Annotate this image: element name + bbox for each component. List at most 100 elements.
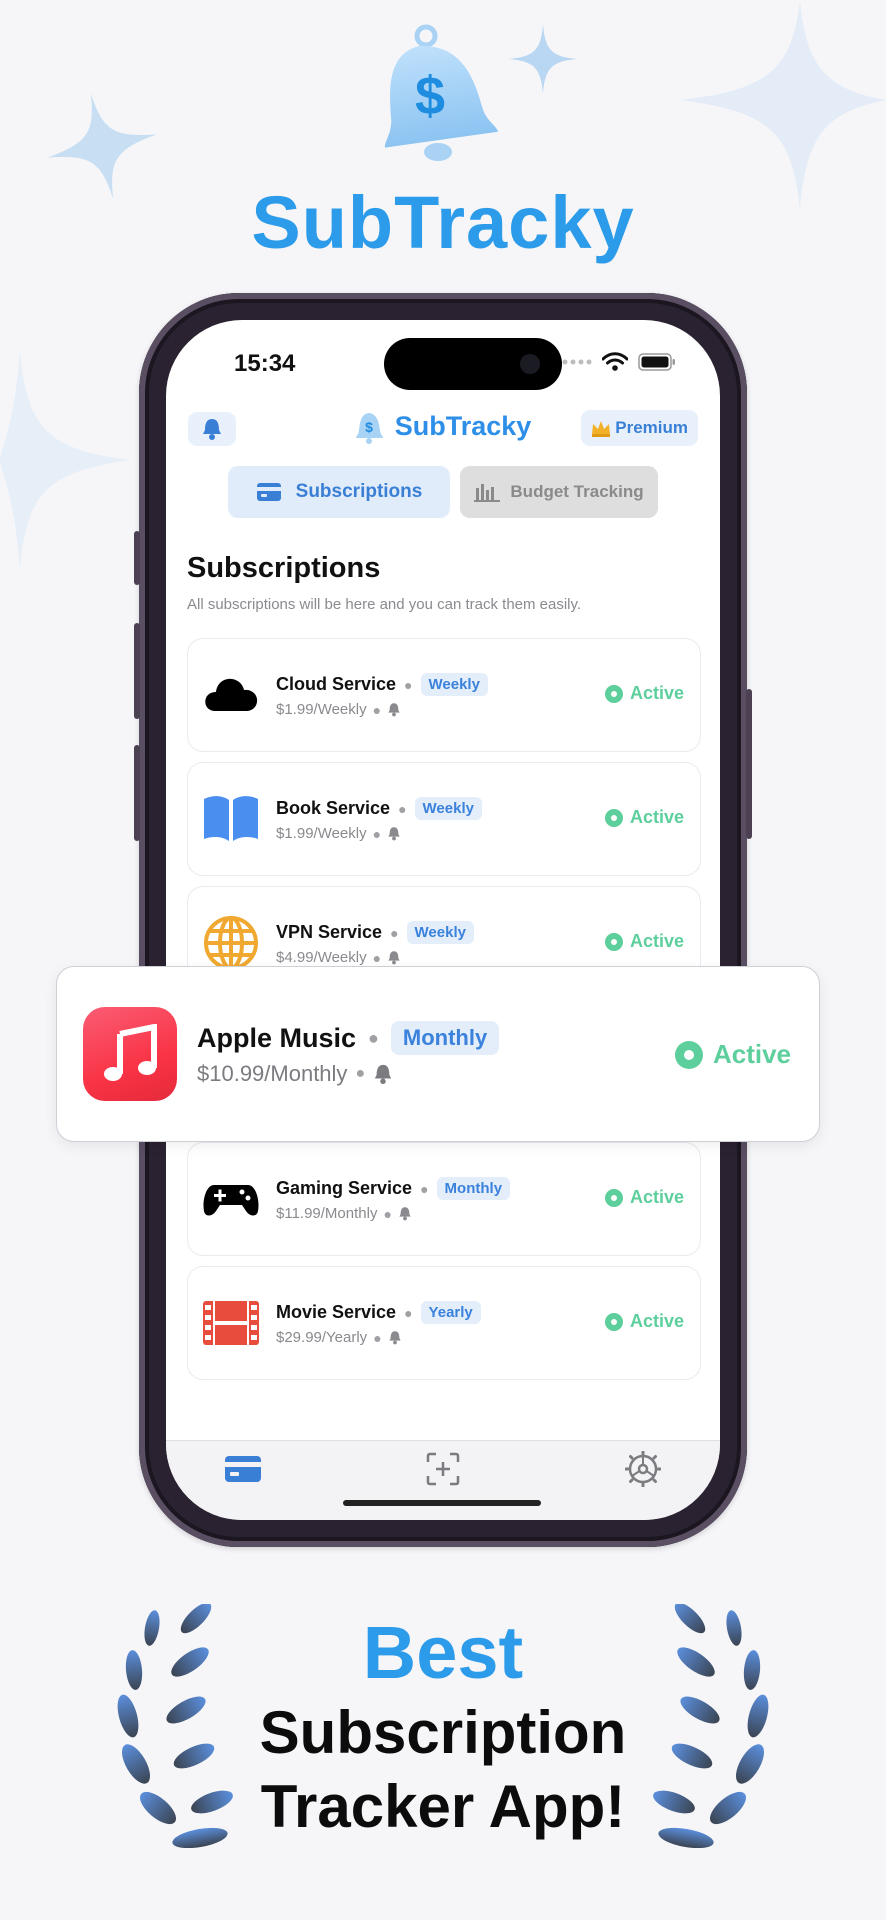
decorative-star-icon <box>508 24 578 94</box>
bell-icon <box>399 1207 411 1221</box>
subscription-name: Movie Service <box>276 1302 397 1322</box>
wifi-icon <box>602 352 628 371</box>
tagline-line2: Tracker App! <box>260 1773 626 1840</box>
name-row: Book Service ● Weekly <box>276 797 482 820</box>
card-icon <box>225 1456 261 1482</box>
tagline-line1: Subscription <box>259 1699 627 1766</box>
tab-subscriptions-label: Subscriptions <box>295 481 423 502</box>
subscription-name: Cloud Service <box>276 674 397 694</box>
tab-home-subscriptions[interactable] <box>223 1449 263 1489</box>
decorative-star-icon <box>0 350 130 570</box>
settings-icon <box>625 1451 661 1487</box>
status-icons <box>562 352 676 372</box>
subscription-card[interactable]: Movie Service ● Yearly $29.99/Yearly ● A… <box>187 1266 701 1380</box>
tab-budget-tracking[interactable]: Budget Tracking <box>460 466 658 518</box>
battery-icon <box>638 353 675 371</box>
phone-side-button <box>134 531 140 585</box>
subscription-name: Apple Music <box>197 1022 357 1053</box>
active-dot-icon <box>674 1040 703 1069</box>
name-row: Cloud Service ● Weekly <box>276 673 488 696</box>
separator-dot: ● <box>404 1304 413 1321</box>
price-row: $10.99/Monthly ● <box>197 1061 393 1087</box>
phone-side-button <box>134 745 140 841</box>
subscription-card[interactable]: Cloud Service ● Weekly $1.99/Weekly ● Ac… <box>187 638 701 752</box>
tab-settings[interactable] <box>623 1449 663 1489</box>
active-dot-icon <box>604 684 623 703</box>
add-scan-icon <box>426 1452 460 1486</box>
active-dot-icon <box>604 1312 623 1331</box>
tagline-best: Best <box>362 1611 524 1694</box>
tab-add-subscription[interactable] <box>423 1449 463 1489</box>
active-dot-icon <box>604 932 623 951</box>
cycle-badge: Weekly <box>406 921 474 944</box>
status-label: Active <box>629 807 684 827</box>
svg-text:$: $ <box>365 419 373 435</box>
name-row: VPN Service ● Weekly <box>276 921 474 944</box>
highlighted-subscription-card[interactable]: Apple Music ● Monthly $10.99/Monthly ● A… <box>56 966 820 1142</box>
bar-chart-icon <box>474 484 501 502</box>
name-row: Gaming Service ● Monthly <box>276 1177 511 1200</box>
premium-label: Premium <box>615 418 688 437</box>
status-indicator: Active <box>604 931 684 952</box>
camera-icon <box>520 354 540 374</box>
status-label: Active <box>712 1039 791 1069</box>
subscription-price: $1.99/Weekly <box>276 701 367 718</box>
card-icon <box>256 483 281 501</box>
subscription-price: $10.99/Monthly <box>197 1061 348 1086</box>
status-time: 15:34 <box>234 350 296 377</box>
subscription-name: VPN Service <box>276 922 383 942</box>
separator-dot: ● <box>373 1329 382 1346</box>
subscription-card[interactable]: Gaming Service ● Monthly $11.99/Monthly … <box>187 1142 701 1256</box>
book-icon <box>204 796 258 841</box>
cycle-badge: Monthly <box>436 1177 511 1200</box>
bell-icon <box>374 1064 392 1084</box>
price-row: $1.99/Weekly ● <box>276 825 401 842</box>
cycle-badge: Monthly <box>390 1021 500 1055</box>
cycle-badge: Yearly <box>420 1301 481 1324</box>
phone-screen: 15:34 $ SubTracky Premium Subscriptions … <box>166 320 720 1520</box>
bell-icon <box>388 827 400 841</box>
tab-subscriptions[interactable]: Subscriptions <box>228 466 450 518</box>
status-label: Active <box>629 1311 684 1331</box>
bell-icon <box>388 703 400 717</box>
cloud-icon <box>205 678 258 711</box>
price-row: $1.99/Weekly ● <box>276 701 401 718</box>
phone-side-button <box>134 623 140 719</box>
dynamic-island <box>384 338 562 390</box>
bell-icon <box>389 1331 401 1345</box>
subscription-card[interactable]: Book Service ● Weekly $1.99/Weekly ● Act… <box>187 762 701 876</box>
bottom-tab-bar <box>166 1440 720 1520</box>
separator-dot: ● <box>383 1205 392 1222</box>
price-row: $11.99/Monthly ● <box>276 1205 412 1222</box>
active-dot-icon <box>604 1188 623 1207</box>
separator-dot: ● <box>398 800 407 817</box>
status-indicator: Active <box>604 807 684 828</box>
globe-icon <box>204 916 258 970</box>
status-label: Active <box>629 931 684 951</box>
decorative-star-icon <box>680 0 886 210</box>
status-indicator: Active <box>674 1039 791 1070</box>
subscription-name: Gaming Service <box>276 1178 413 1198</box>
price-row: $4.99/Weekly ● <box>276 949 401 966</box>
bell-icon <box>388 951 400 965</box>
premium-button[interactable]: Premium <box>581 410 698 446</box>
home-indicator <box>343 1500 541 1506</box>
cycle-badge: Weekly <box>414 797 482 820</box>
separator-dot: ● <box>372 949 382 966</box>
crown-icon <box>592 421 611 437</box>
price-row: $29.99/Yearly ● <box>276 1329 402 1346</box>
bell-dollar-logo-icon: $ <box>384 24 498 161</box>
phone-frame: 15:34 $ SubTracky Premium Subscriptions … <box>134 293 752 1547</box>
app-name: SubTracky <box>394 410 532 441</box>
phone-side-button <box>746 689 752 839</box>
status-label: Active <box>629 683 684 703</box>
status-indicator: Active <box>604 683 684 704</box>
status-indicator: Active <box>604 1311 684 1332</box>
gamepad-icon <box>203 1185 259 1216</box>
subscription-price: $4.99/Weekly <box>276 949 367 966</box>
svg-text:$: $ <box>415 66 445 126</box>
status-label: Active <box>629 1187 684 1207</box>
signal-icon <box>562 359 592 365</box>
section-subtitle: All subscriptions will be here and you c… <box>187 596 582 613</box>
cycle-badge: Weekly <box>420 673 488 696</box>
